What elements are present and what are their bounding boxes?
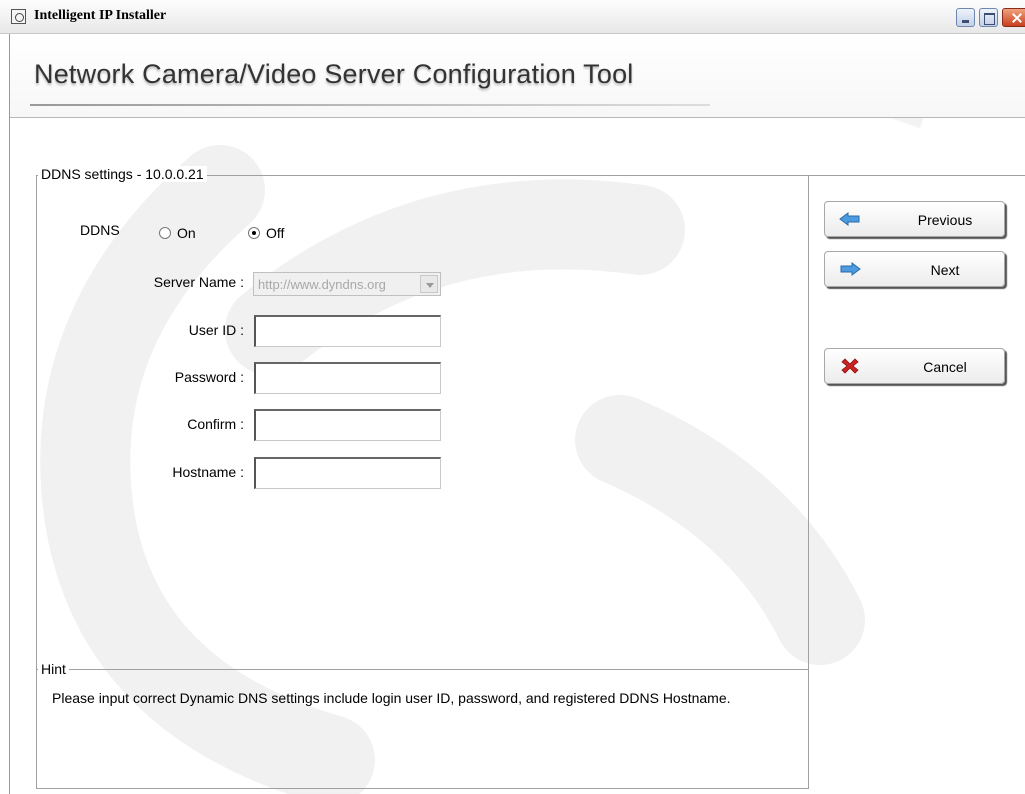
minimize-button[interactable] bbox=[956, 8, 975, 27]
hint-divider bbox=[36, 669, 809, 670]
maximize-button[interactable] bbox=[979, 8, 998, 27]
ddns-on-radio[interactable]: On bbox=[159, 225, 196, 241]
hostname-input[interactable] bbox=[254, 457, 441, 489]
title-bar[interactable]: Intelligent IP Installer bbox=[0, 0, 1025, 34]
ddns-on-label: On bbox=[177, 225, 196, 241]
ddns-off-radio[interactable]: Off bbox=[248, 225, 284, 241]
app-icon bbox=[11, 9, 26, 24]
ddns-label: DDNS bbox=[80, 222, 120, 238]
server-name-select[interactable]: http://www.dyndns.org bbox=[253, 272, 441, 296]
server-name-value: http://www.dyndns.org bbox=[258, 277, 386, 292]
password-input[interactable] bbox=[254, 362, 441, 394]
ddns-on-radio-dot[interactable] bbox=[159, 227, 171, 239]
password-label: Password : bbox=[174, 369, 244, 385]
cancel-label: Cancel bbox=[923, 359, 967, 375]
confirm-password-input[interactable] bbox=[254, 409, 441, 441]
ddns-off-radio-dot[interactable] bbox=[248, 227, 260, 239]
user-id-label: User ID : bbox=[188, 322, 244, 338]
hint-group-label: Hint bbox=[38, 661, 69, 677]
next-label: Next bbox=[930, 262, 960, 278]
arrow-left-icon bbox=[839, 212, 860, 226]
button-panel-top-border bbox=[808, 175, 1025, 176]
ddns-settings-group-label: DDNS settings - 10.0.0.21 bbox=[38, 166, 207, 182]
next-button[interactable]: Next bbox=[824, 251, 1005, 287]
page-title: Network Camera/Video Server Configuratio… bbox=[34, 59, 634, 89]
confirm-label: Confirm : bbox=[187, 416, 244, 432]
title-underline bbox=[30, 104, 710, 106]
x-icon bbox=[841, 358, 859, 374]
user-id-input[interactable] bbox=[254, 315, 441, 347]
close-window-button[interactable] bbox=[1002, 8, 1025, 27]
ddns-off-label: Off bbox=[266, 225, 285, 241]
arrow-right-icon bbox=[840, 262, 861, 276]
hint-text: Please input correct Dynamic DNS setting… bbox=[52, 690, 731, 706]
button-panel-divider bbox=[808, 175, 809, 789]
hostname-label: Hostname : bbox=[172, 464, 244, 480]
chevron-down-icon[interactable] bbox=[420, 275, 438, 293]
cancel-button[interactable]: Cancel bbox=[824, 348, 1005, 384]
server-name-label: Server Name : bbox=[153, 274, 244, 290]
previous-button[interactable]: Previous bbox=[824, 201, 1005, 237]
previous-label: Previous bbox=[917, 212, 973, 228]
window-title: Intelligent IP Installer bbox=[34, 8, 167, 23]
app-header: Network Camera/Video Server Configuratio… bbox=[10, 34, 1025, 118]
